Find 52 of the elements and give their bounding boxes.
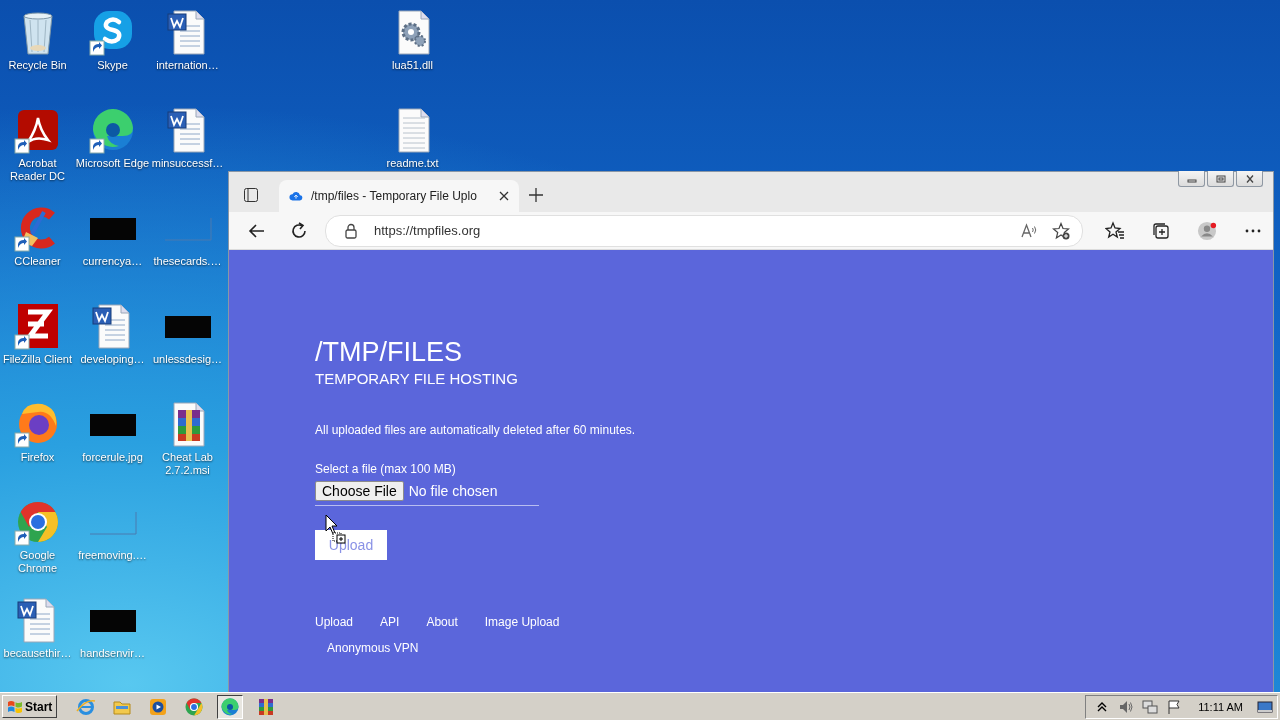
minimize-button[interactable] bbox=[1178, 171, 1205, 187]
close-icon[interactable] bbox=[499, 191, 509, 201]
site-subtitle: TEMPORARY FILE HOSTING bbox=[315, 370, 519, 387]
new-tab-icon[interactable] bbox=[529, 188, 543, 202]
refresh-icon[interactable] bbox=[289, 220, 309, 241]
icon-label[interactable]: developing… bbox=[80, 353, 145, 366]
icon-label[interactable]: Microsoft Edge bbox=[75, 157, 150, 170]
icon-label[interactable]: Firefox bbox=[20, 451, 55, 464]
address-bar[interactable]: https://tmpfiles.org bbox=[325, 214, 1083, 247]
icon-label[interactable]: lua51.dll bbox=[392, 59, 433, 72]
file-status: No file chosen bbox=[408, 483, 498, 499]
icon-label[interactable]: Acrobat Reader DC bbox=[0, 157, 75, 183]
read-aloud-icon[interactable] bbox=[1020, 221, 1038, 240]
notice-text: All uploaded files are automatically deleted after 60 minutes. bbox=[315, 423, 637, 437]
add-favorite-icon[interactable] bbox=[1052, 221, 1070, 240]
icon-label[interactable]: thesecards.… bbox=[153, 255, 222, 268]
lock-icon[interactable] bbox=[342, 221, 360, 240]
close-icon[interactable] bbox=[1244, 174, 1255, 183]
close-button[interactable] bbox=[1236, 171, 1263, 187]
footer-link[interactable]: About bbox=[426, 615, 458, 629]
icon-label[interactable]: Cheat Lab 2.7.2.msi bbox=[150, 451, 225, 477]
choose-file-button[interactable]: Choose File bbox=[315, 481, 404, 501]
file-input[interactable]: Choose File No file chosen bbox=[315, 481, 539, 506]
network-icon[interactable] bbox=[1142, 698, 1159, 715]
site-title: /TMP/FILES bbox=[315, 337, 464, 367]
icon-label[interactable]: CCleaner bbox=[14, 255, 61, 268]
icon-label[interactable]: unlessdesig… bbox=[152, 353, 223, 366]
restore-icon[interactable] bbox=[1215, 174, 1226, 183]
clock[interactable]: 11:11 AM bbox=[1198, 700, 1243, 713]
favorites-icon[interactable] bbox=[1105, 220, 1125, 241]
show-desktop-icon[interactable] bbox=[1257, 698, 1273, 715]
icon-label[interactable]: minsuccessf… bbox=[151, 157, 224, 170]
flag-icon[interactable] bbox=[1166, 698, 1183, 715]
start-logo-icon[interactable] bbox=[7, 698, 23, 715]
tab-actions-icon[interactable] bbox=[243, 187, 259, 203]
icon-label[interactable]: Skype bbox=[97, 59, 128, 72]
footer-link[interactable]: Anonymous VPN bbox=[327, 641, 419, 655]
icon-label[interactable]: FileZilla Client bbox=[2, 353, 73, 366]
browser-tab[interactable]: /tmp/files - Temporary File Uplo bbox=[279, 180, 519, 212]
icon-label[interactable]: Recycle Bin bbox=[8, 59, 67, 72]
icon-label[interactable]: internation… bbox=[156, 59, 219, 72]
profile-avatar[interactable] bbox=[1197, 220, 1217, 241]
footer-link[interactable]: Image Upload bbox=[484, 615, 560, 629]
icon-label[interactable]: readme.txt bbox=[386, 157, 439, 170]
footer-link[interactable]: Upload bbox=[315, 615, 354, 629]
icon-label[interactable]: forcerule.jpg bbox=[82, 451, 143, 464]
start-button[interactable]: Start bbox=[2, 695, 58, 718]
field-label: Select a file (max 100 MB) bbox=[315, 462, 457, 476]
collections-icon[interactable] bbox=[1151, 220, 1171, 241]
icon-label[interactable]: currencya… bbox=[82, 255, 143, 268]
footer-link[interactable]: API bbox=[380, 615, 400, 629]
cloud-icon bbox=[289, 189, 303, 203]
